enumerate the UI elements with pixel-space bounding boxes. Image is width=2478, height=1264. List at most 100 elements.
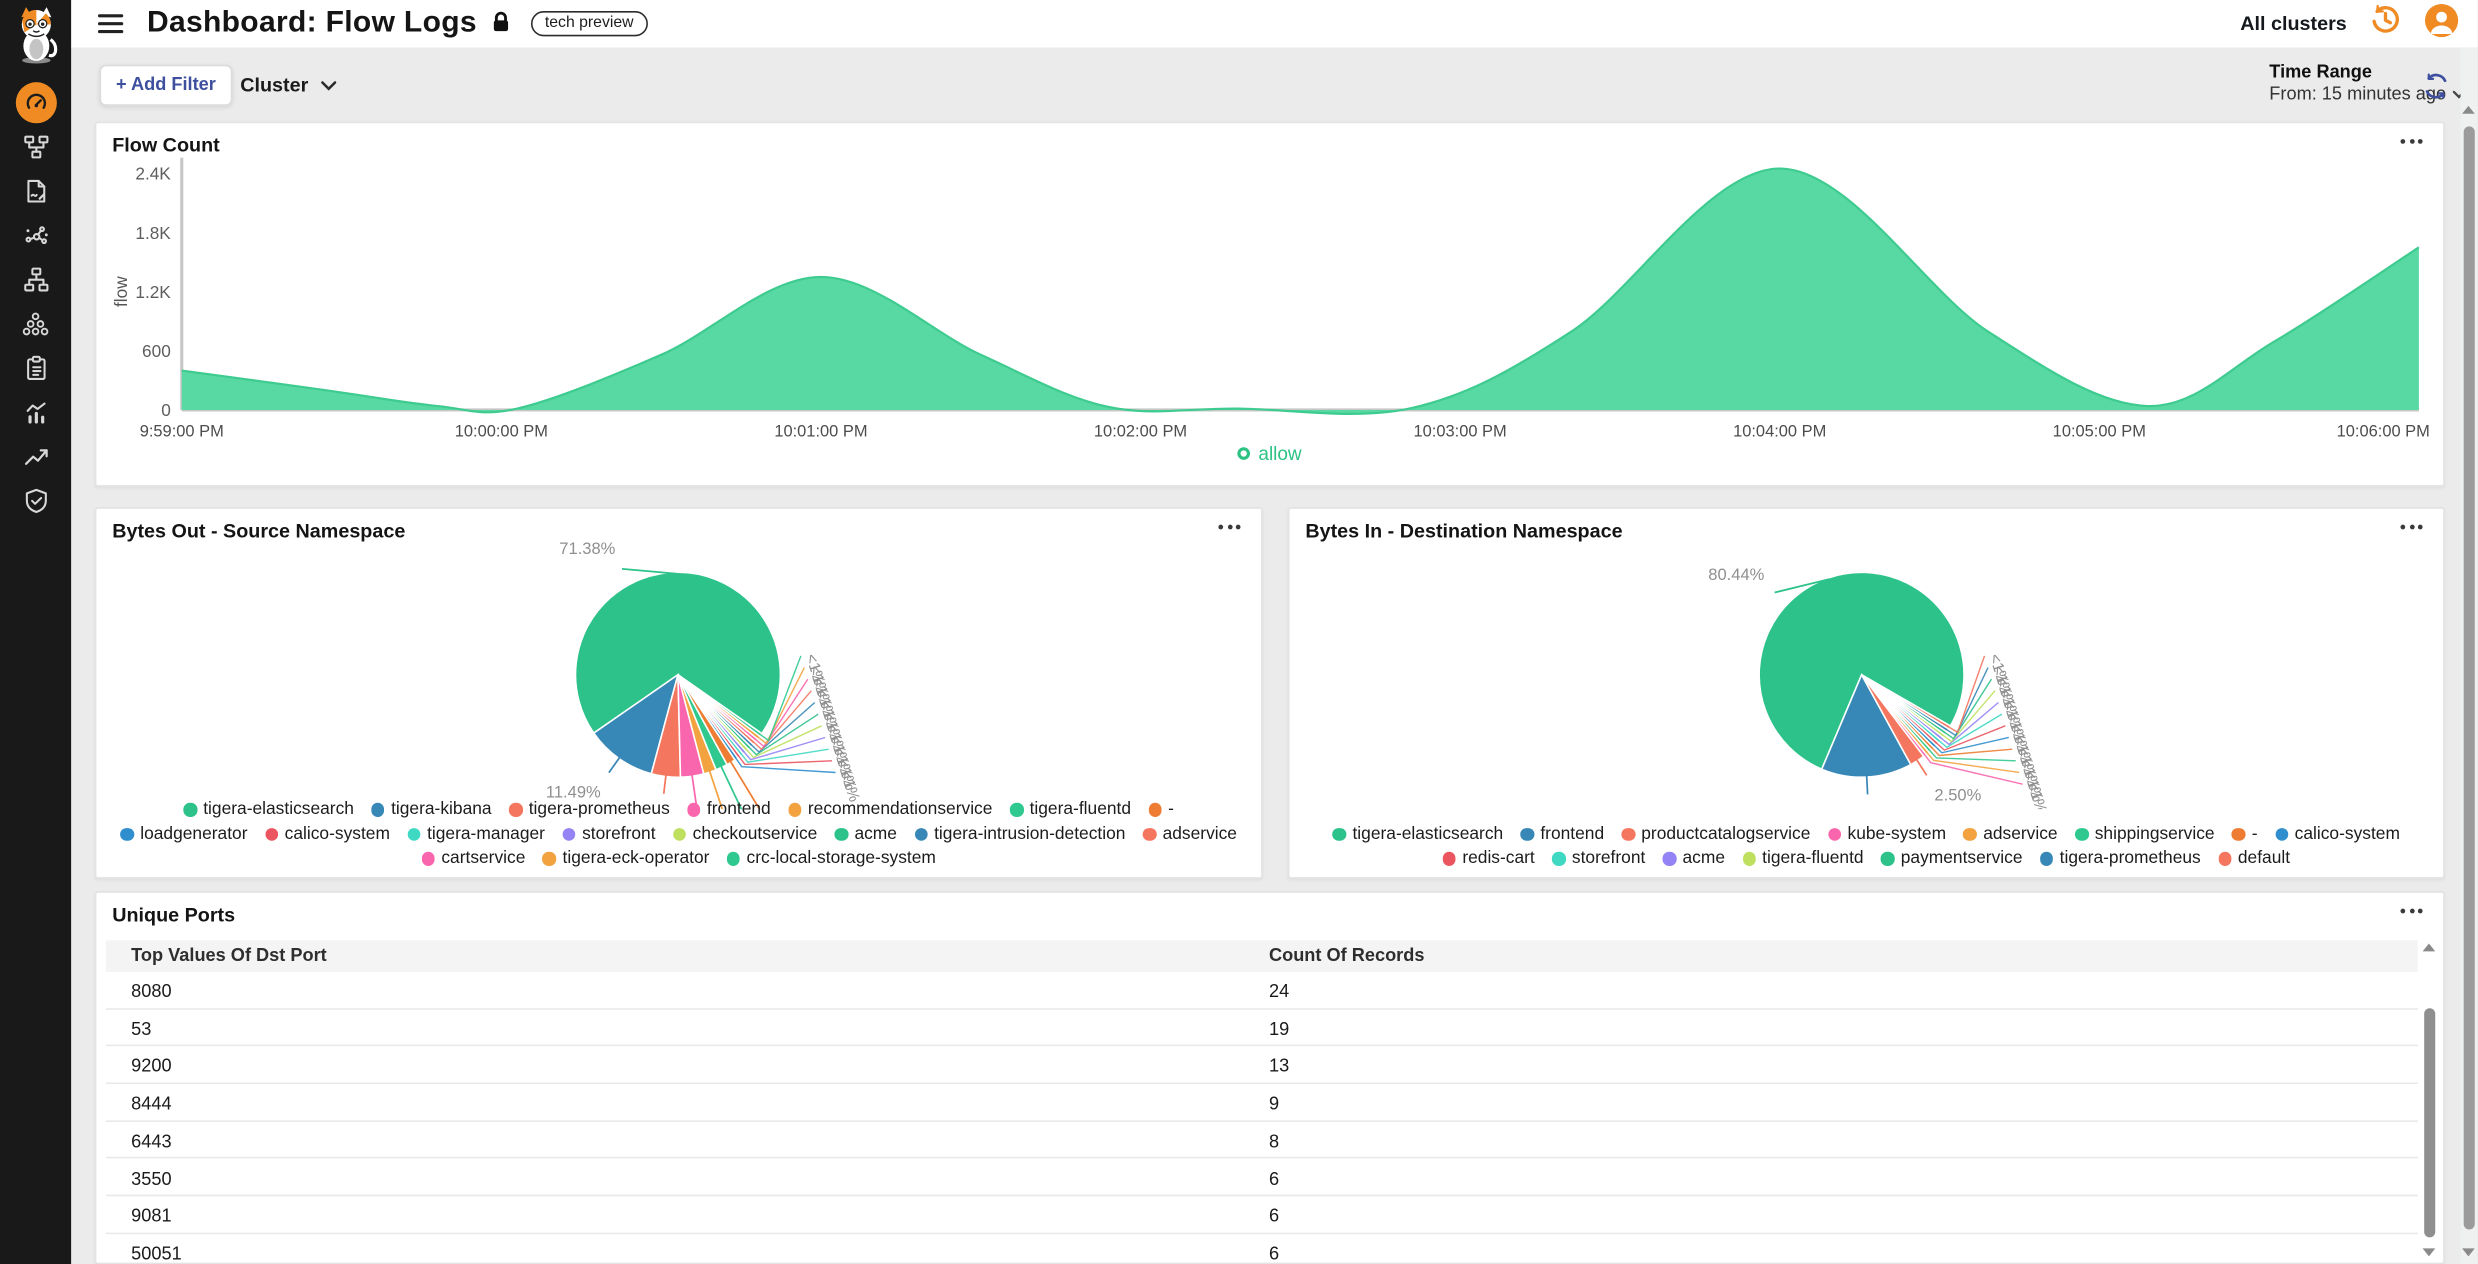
panel-options-menu-icon[interactable] bbox=[2400, 139, 2422, 144]
legend-item-allow[interactable]: allow bbox=[96, 442, 2443, 464]
legend-dot-icon bbox=[2232, 827, 2245, 840]
scroll-up-arrow-icon[interactable] bbox=[2462, 106, 2475, 114]
legend-item-calico-system[interactable]: calico-system bbox=[2275, 823, 2400, 844]
scroll-down-arrow-icon[interactable] bbox=[2423, 1248, 2436, 1256]
compliance-clipboard-icon bbox=[23, 356, 48, 381]
legend-item-storefront[interactable]: storefront bbox=[1552, 848, 1645, 869]
svg-text:10:00:00 PM: 10:00:00 PM bbox=[455, 423, 548, 441]
history-icon[interactable] bbox=[2369, 3, 2402, 44]
legend-label: crc-local-storage-system bbox=[747, 849, 936, 868]
legend-item-shippingservice[interactable]: shippingservice bbox=[2075, 823, 2215, 844]
dashboard-gauge-icon bbox=[15, 82, 56, 123]
table-header: Top Values Of Dst Port Count Of Records bbox=[106, 940, 2418, 972]
legend-item-default[interactable]: default bbox=[2218, 848, 2290, 869]
cluster-selector[interactable]: All clusters bbox=[2240, 13, 2346, 35]
legend-item-storefront[interactable]: storefront bbox=[562, 823, 655, 844]
legend-dot-icon bbox=[687, 803, 700, 816]
pie-label-productcatalogservice: 2.50% bbox=[1934, 785, 1981, 804]
legend-item-loadgenerator[interactable]: loadgenerator bbox=[120, 823, 247, 844]
hamburger-menu-icon[interactable] bbox=[98, 14, 123, 34]
legend-dot-icon bbox=[1963, 827, 1976, 840]
legend-dot-icon bbox=[1828, 827, 1841, 840]
dst-port-cell: 8080 bbox=[131, 983, 171, 1002]
refresh-icon[interactable] bbox=[2423, 73, 2450, 108]
legend-item-recommendationservice[interactable]: recommendationservice bbox=[788, 799, 992, 820]
legend-label: acme bbox=[1682, 849, 1725, 868]
legend-item-tigera-manager[interactable]: tigera-manager bbox=[407, 823, 545, 844]
legend-dot-icon bbox=[543, 852, 556, 865]
scroll-down-arrow-icon[interactable] bbox=[2462, 1248, 2475, 1256]
service-graph-icon bbox=[23, 223, 48, 248]
panel-options-menu-icon[interactable] bbox=[1218, 525, 1240, 530]
legend-label: tigera-elasticsearch bbox=[203, 800, 354, 819]
panel-title: Unique Ports bbox=[112, 904, 235, 926]
legend-label: loadgenerator bbox=[140, 825, 247, 844]
panel-options-menu-icon[interactable] bbox=[2400, 909, 2422, 914]
panel-title: Flow Count bbox=[112, 134, 220, 156]
legend-dot-icon bbox=[120, 827, 133, 840]
scroll-up-arrow-icon[interactable] bbox=[2423, 943, 2436, 951]
legend-label: tigera-fluentd bbox=[1030, 800, 1131, 819]
legend-item-checkoutservice[interactable]: checkoutservice bbox=[673, 823, 817, 844]
legend-item--[interactable]: - bbox=[1148, 799, 1174, 820]
legend-item-crc-local-storage-system[interactable]: crc-local-storage-system bbox=[727, 848, 936, 869]
panel-options-menu-icon[interactable] bbox=[2400, 525, 2422, 530]
record-count-cell: 9 bbox=[1269, 1095, 1279, 1114]
sidebar-item-statistics[interactable] bbox=[0, 390, 71, 434]
cluster-filter-dropdown[interactable]: Cluster bbox=[240, 74, 337, 96]
legend-item-acme[interactable]: acme bbox=[835, 823, 897, 844]
sidebar-item-service-graph[interactable] bbox=[0, 213, 71, 257]
sidebar-item-flows[interactable] bbox=[0, 125, 71, 169]
add-filter-button[interactable]: + Add Filter bbox=[100, 65, 233, 106]
legend-item-tigera-intrusion-detection[interactable]: tigera-intrusion-detection bbox=[914, 823, 1125, 844]
record-count-cell: 13 bbox=[1269, 1058, 1289, 1077]
legend-label: tigera-eck-operator bbox=[563, 849, 710, 868]
legend-item-calico-system[interactable]: calico-system bbox=[265, 823, 390, 844]
legend-item-kube-system[interactable]: kube-system bbox=[1828, 823, 1946, 844]
legend-item-frontend[interactable]: frontend bbox=[1521, 823, 1605, 844]
legend-item-tigera-eck-operator[interactable]: tigera-eck-operator bbox=[543, 848, 710, 869]
legend-label: calico-system bbox=[2295, 825, 2400, 844]
table-scrollbar[interactable] bbox=[2423, 943, 2437, 1256]
sidebar-item-dashboard[interactable] bbox=[0, 81, 71, 125]
legend-label: tigera-fluentd bbox=[1762, 849, 1863, 868]
legend-dot-icon bbox=[914, 827, 927, 840]
legend-item-cartservice[interactable]: cartservice bbox=[422, 848, 526, 869]
sidebar-item-network[interactable] bbox=[0, 258, 71, 302]
legend-item-productcatalogservice[interactable]: productcatalogservice bbox=[1622, 823, 1811, 844]
calico-cat-logo-icon[interactable] bbox=[12, 2, 59, 68]
legend-label: - bbox=[1168, 800, 1174, 819]
sidebar-item-compliance[interactable] bbox=[0, 346, 71, 390]
sidebar-item-trends[interactable] bbox=[0, 435, 71, 479]
legend-item-tigera-kibana[interactable]: tigera-kibana bbox=[371, 799, 491, 820]
legend-item-tigera-elasticsearch[interactable]: tigera-elasticsearch bbox=[1333, 823, 1503, 844]
sidebar-item-security[interactable] bbox=[0, 479, 71, 523]
legend-item-tigera-prometheus[interactable]: tigera-prometheus bbox=[2040, 848, 2201, 869]
user-avatar[interactable] bbox=[2424, 2, 2459, 45]
svg-text:2.4K: 2.4K bbox=[135, 164, 171, 184]
legend-label: redis-cart bbox=[1462, 849, 1534, 868]
legend-item-tigera-fluentd[interactable]: tigera-fluentd bbox=[1742, 848, 1863, 869]
svg-text:1.2K: 1.2K bbox=[135, 282, 171, 302]
legend-item-tigera-prometheus[interactable]: tigera-prometheus bbox=[509, 799, 670, 820]
legend-item--[interactable]: - bbox=[2232, 823, 2258, 844]
legend-item-tigera-fluentd[interactable]: tigera-fluentd bbox=[1010, 799, 1131, 820]
legend-item-paymentservice[interactable]: paymentservice bbox=[1881, 848, 2023, 869]
legend-dot-icon bbox=[1881, 852, 1894, 865]
legend-item-adservice[interactable]: adservice bbox=[1963, 823, 2057, 844]
legend-dot-icon bbox=[509, 803, 522, 816]
page-scrollbar[interactable] bbox=[2461, 47, 2478, 1264]
legend-dot-icon bbox=[1333, 827, 1346, 840]
bytes-in-pie-chart: 80.44%14.95%2.50%<1%<1%<1%<1%<1%<1%<1%<1… bbox=[1290, 525, 2444, 809]
sidebar-nav bbox=[0, 0, 71, 1264]
legend-item-acme[interactable]: acme bbox=[1663, 848, 1725, 869]
sidebar-item-policies[interactable] bbox=[0, 169, 71, 213]
legend-item-redis-cart[interactable]: redis-cart bbox=[1443, 848, 1535, 869]
table-scrollbar-thumb[interactable] bbox=[2424, 1008, 2435, 1237]
legend-item-frontend[interactable]: frontend bbox=[687, 799, 771, 820]
legend-item-tigera-elasticsearch[interactable]: tigera-elasticsearch bbox=[183, 799, 353, 820]
legend-dot-icon bbox=[1443, 852, 1456, 865]
legend-item-adservice[interactable]: adservice bbox=[1143, 823, 1237, 844]
page-scrollbar-thumb[interactable] bbox=[2464, 126, 2475, 1229]
sidebar-item-workloads[interactable] bbox=[0, 302, 71, 346]
